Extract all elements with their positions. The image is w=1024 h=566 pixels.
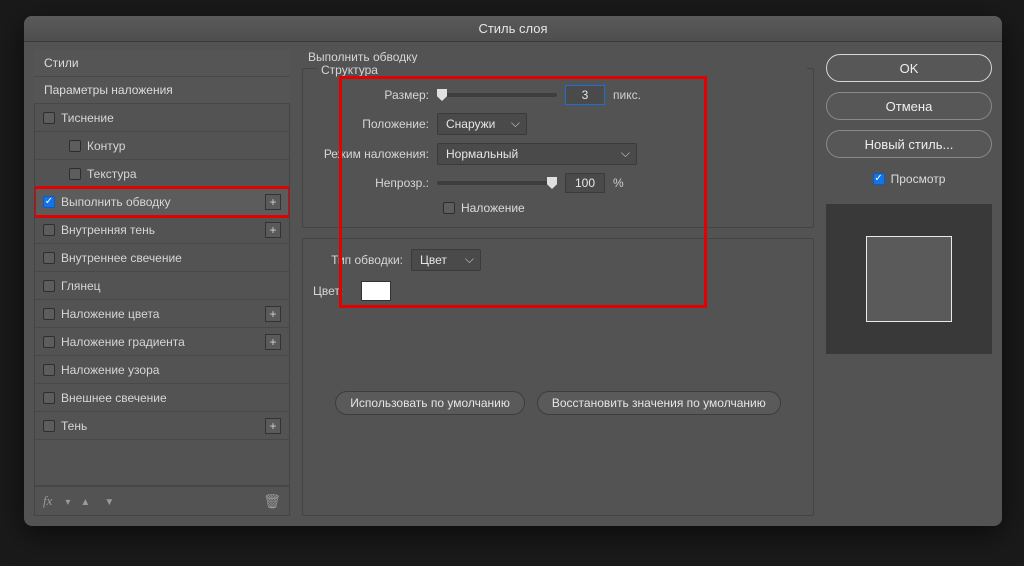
color-label: Цвет: bbox=[313, 284, 353, 298]
opacity-slider-thumb[interactable] bbox=[547, 177, 557, 189]
effect-checkbox[interactable] bbox=[43, 280, 55, 292]
effect-checkbox[interactable] bbox=[43, 112, 55, 124]
opacity-unit: % bbox=[613, 176, 624, 190]
structure-group: Структура Размер: 3 пикс. Положение: Сна… bbox=[302, 68, 814, 228]
row-size: Размер: 3 пикс. bbox=[313, 85, 803, 105]
filltype-select[interactable]: Цвет bbox=[411, 249, 481, 271]
add-effect-button[interactable] bbox=[265, 334, 281, 350]
sidebar-heading-styles[interactable]: Стили bbox=[34, 50, 290, 77]
overlay-checkbox[interactable] bbox=[443, 202, 455, 214]
effect-label: Внутреннее свечение bbox=[61, 251, 182, 265]
effect-checkbox[interactable] bbox=[43, 196, 55, 208]
effect-checkbox[interactable] bbox=[43, 364, 55, 376]
fx-menu[interactable]: fx bbox=[43, 493, 52, 509]
effect-checkbox[interactable] bbox=[43, 224, 55, 236]
add-effect-button[interactable] bbox=[265, 194, 281, 210]
effect-row-11[interactable]: Тень bbox=[35, 412, 289, 440]
dialog-title-text: Стиль слоя bbox=[478, 21, 547, 36]
dialog-body: Стили Параметры наложения Тиснение Контур… bbox=[24, 42, 1002, 526]
effect-row-7[interactable]: Наложение цвета bbox=[35, 300, 289, 328]
fill-group: Тип обводки: Цвет Цвет: Использовать по … bbox=[302, 238, 814, 516]
size-input[interactable]: 3 bbox=[565, 85, 605, 105]
effect-checkbox[interactable] bbox=[43, 392, 55, 404]
effect-label: Выполнить обводку bbox=[61, 195, 171, 209]
row-color: Цвет: bbox=[313, 281, 803, 301]
row-filltype: Тип обводки: Цвет bbox=[313, 249, 803, 271]
effect-label: Наложение узора bbox=[61, 363, 159, 377]
effect-row-8[interactable]: Наложение градиента bbox=[35, 328, 289, 356]
effect-label: Текстура bbox=[87, 167, 137, 181]
row-opacity: Непрозр.: 100 % bbox=[313, 173, 803, 193]
sidebar-footer: fx 🗑 bbox=[34, 486, 290, 516]
row-overlay: Наложение bbox=[443, 201, 803, 215]
filltype-label: Тип обводки: bbox=[313, 253, 403, 267]
effect-label: Тиснение bbox=[61, 111, 114, 125]
effect-row-10[interactable]: Внешнее свечение bbox=[35, 384, 289, 412]
color-swatch[interactable] bbox=[361, 281, 391, 301]
size-slider[interactable] bbox=[437, 93, 557, 97]
structure-legend: Структура bbox=[317, 63, 807, 77]
sidebar-heading-blending[interactable]: Параметры наложения bbox=[34, 77, 290, 104]
opacity-label: Непрозр.: bbox=[313, 176, 429, 190]
effect-label: Внешнее свечение bbox=[61, 391, 167, 405]
opacity-input[interactable]: 100 bbox=[565, 173, 605, 193]
effect-checkbox[interactable] bbox=[69, 140, 81, 152]
styles-sidebar: Стили Параметры наложения Тиснение Контур… bbox=[34, 50, 290, 516]
layer-style-dialog: Стиль слоя Стили Параметры наложения Тис… bbox=[24, 16, 1002, 526]
add-effect-button[interactable] bbox=[265, 418, 281, 434]
dialog-title: Стиль слоя bbox=[24, 16, 1002, 42]
ok-button[interactable]: OK bbox=[826, 54, 992, 82]
effect-label: Тень bbox=[61, 419, 87, 433]
effect-label: Внутренняя тень bbox=[61, 223, 155, 237]
effect-row-0[interactable]: Тиснение bbox=[35, 104, 289, 132]
preview-checkbox[interactable] bbox=[873, 173, 885, 185]
reset-default-button[interactable]: Восстановить значения по умолчанию bbox=[537, 391, 781, 415]
blend-label: Режим наложения: bbox=[313, 147, 429, 161]
preview-square bbox=[866, 236, 952, 322]
effect-row-3[interactable]: Выполнить обводку bbox=[35, 188, 289, 216]
fx-menu-chevron-icon[interactable] bbox=[62, 494, 70, 508]
effect-row-1[interactable]: Контур bbox=[35, 132, 289, 160]
effect-checkbox[interactable] bbox=[69, 168, 81, 180]
preview-box bbox=[826, 204, 992, 354]
preview-toggle-row: Просмотр bbox=[826, 172, 992, 186]
overlay-label: Наложение bbox=[461, 201, 525, 215]
preview-label: Просмотр bbox=[891, 172, 946, 186]
actions-panel: OK Отмена Новый стиль... Просмотр bbox=[826, 50, 992, 516]
blend-select[interactable]: Нормальный bbox=[437, 143, 637, 165]
add-effect-button[interactable] bbox=[265, 222, 281, 238]
move-up-icon[interactable] bbox=[80, 494, 94, 508]
make-default-button[interactable]: Использовать по умолчанию bbox=[335, 391, 525, 415]
effects-list: Тиснение Контур Текстура Выполнить обводку В… bbox=[34, 104, 290, 486]
position-label: Положение: bbox=[313, 117, 429, 131]
effect-label: Глянец bbox=[61, 279, 101, 293]
panel-title: Выполнить обводку bbox=[302, 50, 814, 64]
opacity-slider[interactable] bbox=[437, 181, 557, 185]
row-blend: Режим наложения: Нормальный bbox=[313, 143, 803, 165]
position-select[interactable]: Снаружи bbox=[437, 113, 527, 135]
settings-panel: Выполнить обводку Структура Размер: 3 пи… bbox=[302, 50, 814, 516]
new-style-button[interactable]: Новый стиль... bbox=[826, 130, 992, 158]
effect-checkbox[interactable] bbox=[43, 308, 55, 320]
effect-checkbox[interactable] bbox=[43, 252, 55, 264]
effect-checkbox[interactable] bbox=[43, 336, 55, 348]
effect-label: Наложение цвета bbox=[61, 307, 159, 321]
effect-row-6[interactable]: Глянец bbox=[35, 272, 289, 300]
row-position: Положение: Снаружи bbox=[313, 113, 803, 135]
effect-label: Контур bbox=[87, 139, 125, 153]
effect-checkbox[interactable] bbox=[43, 420, 55, 432]
cancel-button[interactable]: Отмена bbox=[826, 92, 992, 120]
effect-row-2[interactable]: Текстура bbox=[35, 160, 289, 188]
size-label: Размер: bbox=[313, 88, 429, 102]
move-down-icon[interactable] bbox=[104, 494, 118, 508]
trash-icon[interactable]: 🗑 bbox=[263, 493, 281, 510]
effect-label: Наложение градиента bbox=[61, 335, 185, 349]
size-unit: пикс. bbox=[613, 88, 641, 102]
size-slider-thumb[interactable] bbox=[437, 89, 447, 101]
effect-row-5[interactable]: Внутреннее свечение bbox=[35, 244, 289, 272]
effect-row-9[interactable]: Наложение узора bbox=[35, 356, 289, 384]
effect-row-4[interactable]: Внутренняя тень bbox=[35, 216, 289, 244]
add-effect-button[interactable] bbox=[265, 306, 281, 322]
